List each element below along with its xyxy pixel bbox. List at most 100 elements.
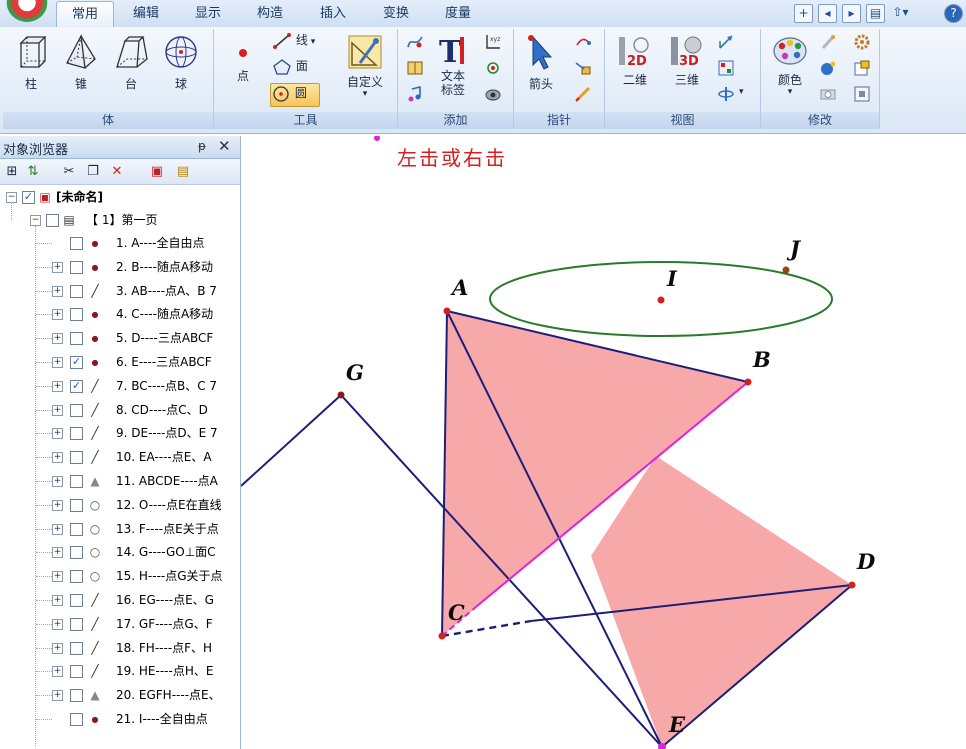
- new-page-icon[interactable]: +: [794, 4, 813, 23]
- tree-item[interactable]: + ╱ 16. EG----点E、G: [0, 589, 240, 612]
- expand-icon[interactable]: +: [52, 499, 63, 511]
- delete-icon[interactable]: ✕: [108, 163, 126, 181]
- tree-item-checkbox[interactable]: [70, 260, 83, 274]
- sort-icon[interactable]: ⇅: [24, 163, 42, 181]
- view-rotate-icon[interactable]: ▾: [717, 85, 753, 103]
- expand-icon[interactable]: +: [52, 357, 63, 368]
- tree-item-checkbox[interactable]: [70, 475, 83, 488]
- modify-properties-icon[interactable]: [853, 59, 871, 77]
- tree-item[interactable]: + ╱ 8. CD----点C、D: [0, 399, 240, 422]
- tree-item[interactable]: + ○ 15. H----点G关于点: [0, 565, 240, 588]
- close-panel-icon[interactable]: ✕: [218, 137, 231, 155]
- window-layout-icon[interactable]: ▤: [866, 4, 885, 23]
- tab-insert[interactable]: 插入: [305, 1, 361, 26]
- edge-GF[interactable]: [241, 394, 342, 487]
- tree-item-checkbox[interactable]: [70, 689, 83, 703]
- tree-item[interactable]: + ▲ 20. EGFH----点E、: [0, 684, 240, 707]
- expand-icon[interactable]: +: [52, 309, 63, 321]
- prism-button[interactable]: 柱: [9, 33, 53, 92]
- expand-icon[interactable]: +: [52, 333, 63, 345]
- tree-item-checkbox[interactable]: [70, 237, 83, 250]
- tree-item[interactable]: + ○ 14. G----GO⊥面C: [0, 541, 240, 564]
- tree-item[interactable]: + ╱ 10. EA----点E、A: [0, 446, 240, 469]
- tree-item[interactable]: ● 1. A----全自由点: [0, 232, 240, 255]
- pyramid-button[interactable]: 锥: [59, 33, 103, 92]
- pointer-pen-icon[interactable]: [574, 85, 592, 103]
- pointer-lock-icon[interactable]: [574, 59, 592, 77]
- tree-item[interactable]: + ✓ ● 6. E----三点ABCF: [0, 351, 240, 374]
- modify-camera-icon[interactable]: [819, 85, 837, 103]
- show-hide-icon[interactable]: ▣: [148, 163, 166, 181]
- tree-item[interactable]: + ● 4. C----随点A移动: [0, 303, 240, 326]
- color-button[interactable]: 颜色 ▾: [767, 33, 813, 97]
- expand-icon[interactable]: +: [52, 428, 63, 440]
- circle-tool-button[interactable]: 圆: [270, 83, 320, 107]
- expand-icon[interactable]: +: [52, 595, 63, 606]
- point-A[interactable]: [443, 307, 451, 315]
- tree-item[interactable]: + ╱ 3. AB----点A、B 7: [0, 280, 240, 303]
- tree-page[interactable]: − ▤ 【 1】第一页: [0, 209, 240, 232]
- expand-icon[interactable]: +: [52, 476, 63, 487]
- view-2d-button[interactable]: 2D 二维: [611, 33, 659, 88]
- expand-icon[interactable]: +: [52, 523, 63, 535]
- tab-display[interactable]: 显示: [180, 1, 236, 26]
- tree-item[interactable]: + ● 5. D----三点ABCF: [0, 327, 240, 350]
- pin-icon[interactable]: ᵽ: [198, 139, 206, 153]
- tree-item-checkbox[interactable]: [70, 546, 83, 560]
- point-tool-button[interactable]: 点: [228, 41, 258, 84]
- add-camera-icon[interactable]: [484, 85, 502, 103]
- expand-all-icon[interactable]: ⊞: [3, 163, 21, 181]
- modify-sphere-icon[interactable]: [819, 59, 837, 77]
- tree-item-checkbox[interactable]: [70, 594, 83, 607]
- tab-construct[interactable]: 构造: [242, 1, 298, 26]
- tree-item-checkbox[interactable]: [70, 403, 83, 417]
- tree-item[interactable]: + ✓ ╱ 7. BC----点B、C 7: [0, 375, 240, 398]
- point-top-marker[interactable]: [374, 136, 380, 141]
- tab-edit[interactable]: 编辑: [118, 1, 174, 26]
- expand-icon[interactable]: +: [52, 452, 63, 464]
- properties-icon[interactable]: ▤: [174, 163, 192, 181]
- expand-icon[interactable]: +: [52, 642, 63, 654]
- tree-item-checkbox[interactable]: [70, 308, 83, 322]
- tree-item[interactable]: + ╱ 17. GF----点G、F: [0, 613, 240, 636]
- text-label-button[interactable]: T 文本 标签: [432, 33, 474, 97]
- expand-icon[interactable]: +: [52, 666, 63, 678]
- pointer-rotate-icon[interactable]: [574, 33, 592, 51]
- help-icon[interactable]: ?: [944, 4, 963, 23]
- drawing-canvas[interactable]: 左击或右击 A B C D E G I J: [241, 136, 966, 749]
- face-tool-button[interactable]: 面: [272, 57, 328, 79]
- geometry-figure[interactable]: [241, 136, 966, 749]
- tree-item[interactable]: + ● 2. B----随点A移动: [0, 256, 240, 279]
- expand-icon[interactable]: +: [52, 261, 63, 273]
- tree-item-checkbox[interactable]: [70, 332, 83, 346]
- tree-item-checkbox[interactable]: [70, 713, 83, 726]
- frustum-button[interactable]: 台: [109, 33, 153, 92]
- collapse-icon[interactable]: −: [30, 215, 41, 226]
- sphere-button[interactable]: 球: [159, 33, 203, 92]
- view-grid-icon[interactable]: [717, 59, 735, 77]
- add-function-icon[interactable]: [406, 33, 424, 51]
- tree-item[interactable]: + ╱ 9. DE----点D、E 7: [0, 422, 240, 445]
- tree-root-checkbox[interactable]: ✓: [22, 191, 35, 204]
- expand-icon[interactable]: +: [52, 690, 63, 702]
- tree-item-checkbox[interactable]: [70, 451, 83, 465]
- tree-item-checkbox[interactable]: [70, 427, 83, 441]
- add-animation-icon[interactable]: [484, 59, 502, 77]
- face-CDE[interactable]: [591, 456, 852, 747]
- tree-item-checkbox[interactable]: ✓: [70, 356, 83, 369]
- view-3d-button[interactable]: 3D 三维: [663, 33, 711, 88]
- point-G[interactable]: [337, 391, 345, 399]
- next-page-icon[interactable]: ▸: [842, 4, 861, 23]
- tree-item-checkbox[interactable]: [70, 570, 83, 584]
- copy-icon[interactable]: ❐: [84, 163, 102, 181]
- tree-root[interactable]: − ✓ ▣ [未命名]: [0, 186, 240, 209]
- modify-brush-icon[interactable]: [819, 33, 837, 51]
- tree-item-checkbox[interactable]: [70, 665, 83, 679]
- expand-icon[interactable]: +: [52, 618, 63, 630]
- tree-item-checkbox[interactable]: [70, 617, 83, 631]
- expand-icon[interactable]: +: [52, 404, 63, 416]
- modify-settings-icon[interactable]: [853, 33, 871, 51]
- tab-measure[interactable]: 度量: [430, 1, 486, 26]
- modify-frame-icon[interactable]: [853, 85, 871, 103]
- point-J[interactable]: [782, 266, 790, 274]
